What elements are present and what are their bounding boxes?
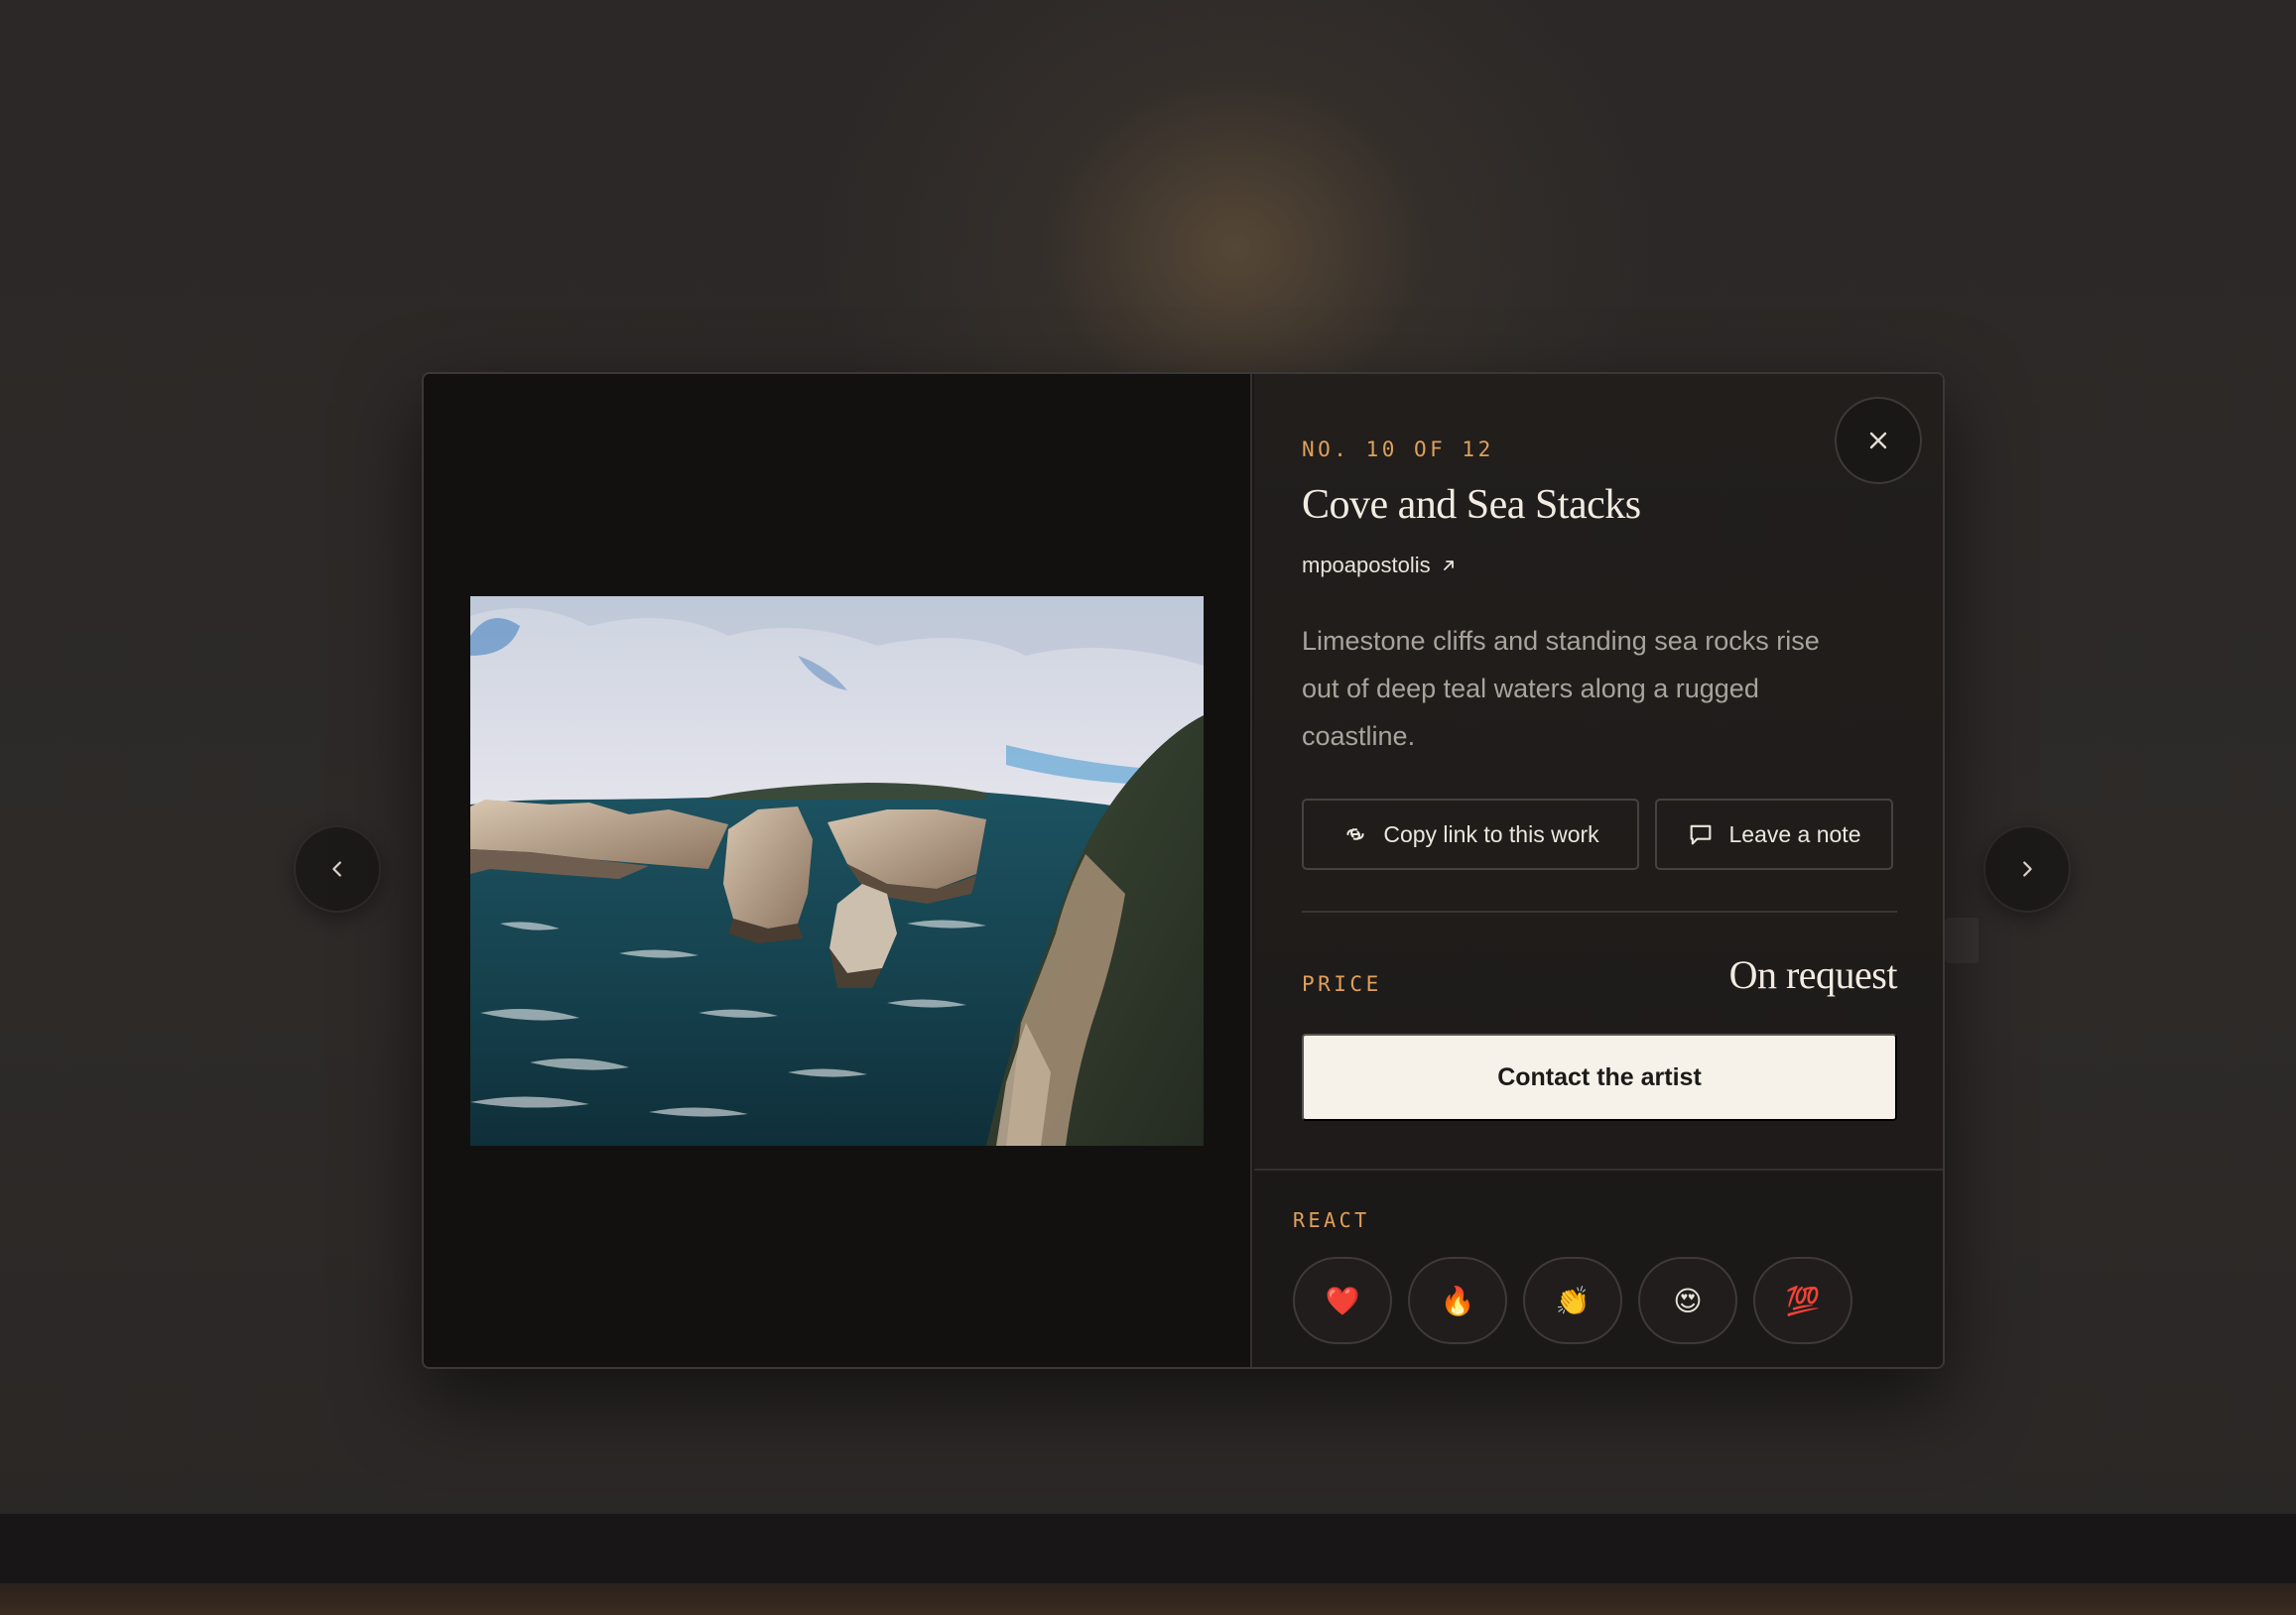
contact-artist-button[interactable]: Contact the artist (1302, 1034, 1897, 1121)
copy-link-label: Copy link to this work (1383, 820, 1599, 847)
react-label: REACT (1293, 1208, 1370, 1232)
background-footer-edge (0, 1583, 2296, 1615)
leave-note-label: Leave a note (1728, 820, 1861, 847)
leave-note-button[interactable]: Leave a note (1655, 799, 1893, 870)
react-section: REACT ❤️ 🔥 👏 😍 💯 (1254, 1169, 1943, 1367)
artwork-info-pane: NO. 10 OF 12 Cove and Sea Stacks mpoapos… (1254, 374, 1943, 1367)
price-value: On request (1728, 952, 1898, 997)
next-work-button[interactable] (1983, 825, 2071, 913)
close-modal-button[interactable] (1835, 397, 1922, 484)
chevron-left-icon (332, 861, 341, 877)
reaction-clap-button[interactable]: 👏 (1523, 1257, 1622, 1344)
reaction-heart-button[interactable]: ❤️ (1293, 1257, 1392, 1344)
copy-link-button[interactable]: Copy link to this work (1302, 799, 1639, 870)
artwork-image-pane (424, 374, 1252, 1367)
artwork-counter: NO. 10 OF 12 (1302, 437, 1494, 461)
reaction-heart-eyes-button[interactable]: 😍 (1638, 1257, 1737, 1344)
artist-name: mpoapostolis (1302, 553, 1431, 577)
background-footer-strip (0, 1514, 2296, 1583)
price-label: PRICE (1302, 972, 1382, 996)
link-icon (1346, 828, 1364, 840)
arrow-up-right-icon (1443, 560, 1454, 570)
reaction-hundred-button[interactable]: 💯 (1753, 1257, 1852, 1344)
previous-work-button[interactable] (294, 825, 381, 913)
reaction-buttons: ❤️ 🔥 👏 😍 💯 (1293, 1257, 1852, 1344)
artwork-description: Limestone cliffs and standing sea rocks … (1302, 626, 1820, 751)
background-card-fragment (1945, 918, 1978, 963)
section-divider (1302, 911, 1897, 913)
artwork-photo (470, 596, 1204, 1146)
artwork-title: Cove and Sea Stacks (1302, 482, 1641, 528)
chevron-right-icon (2023, 861, 2032, 877)
comment-icon (1691, 824, 1712, 845)
artwork-modal: NO. 10 OF 12 Cove and Sea Stacks mpoapos… (422, 372, 1945, 1369)
artist-profile-link[interactable]: mpoapostolis (1302, 553, 1457, 578)
close-icon (1869, 432, 1887, 449)
reaction-fire-button[interactable]: 🔥 (1408, 1257, 1507, 1344)
